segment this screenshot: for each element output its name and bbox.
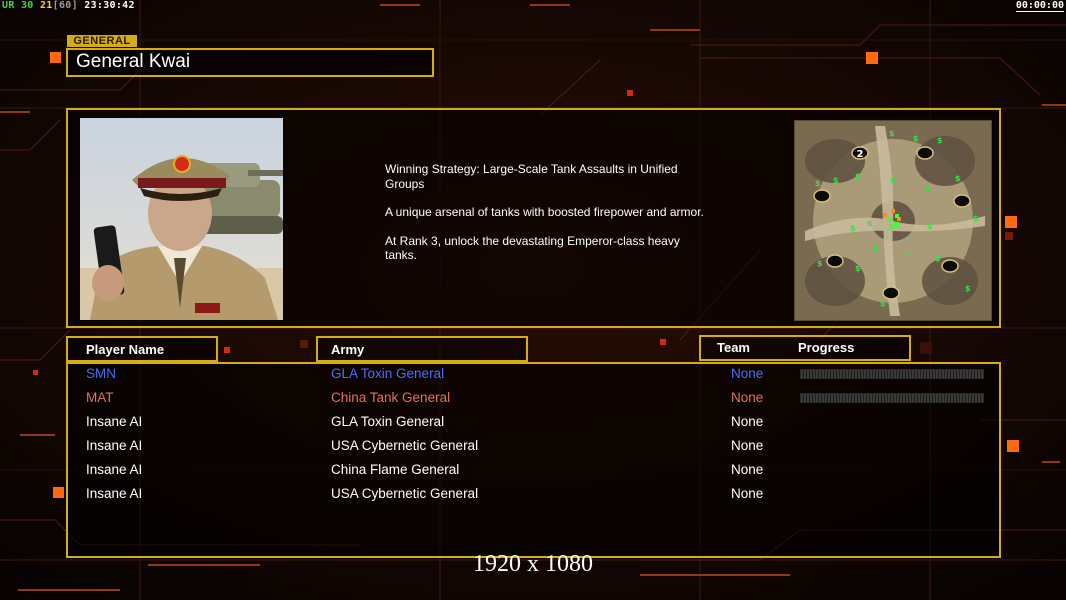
progress-bar xyxy=(800,393,984,403)
player-name: Insane AI xyxy=(86,438,143,453)
player-name: MAT xyxy=(86,390,114,405)
svg-text:$: $ xyxy=(890,176,896,185)
svg-text:$: $ xyxy=(873,244,879,253)
header-army: Army xyxy=(331,342,365,357)
svg-text:$: $ xyxy=(937,136,943,145)
player-name: Insane AI xyxy=(86,486,143,501)
hud-ur-label: UR xyxy=(2,0,15,11)
hud-timer: 00:00:00 xyxy=(1015,0,1064,12)
player-row[interactable]: Insane AI China Flame General None xyxy=(0,459,1066,483)
svg-text:$: $ xyxy=(935,254,941,263)
player-row[interactable]: Insane AI USA Cybernetic General None xyxy=(0,435,1066,459)
player-name: SMN xyxy=(86,366,116,381)
hud-count: 21 xyxy=(39,0,53,11)
svg-text:$: $ xyxy=(833,176,839,185)
svg-text:$: $ xyxy=(927,222,933,231)
svg-text:$: $ xyxy=(905,249,911,258)
description-rank: At Rank 3, unlock the devastating Empero… xyxy=(385,233,680,263)
player-team[interactable]: None xyxy=(731,366,763,381)
minimap: 2 $ $ $ $ $ $ $ $ $ $ $ $ $ $ $ $ $ $ $ $ xyxy=(794,120,992,321)
general-description: Winning Strategy: Large-Scale Tank Assau… xyxy=(385,162,715,277)
resolution-label: 1920 x 1080 xyxy=(473,551,593,577)
player-row[interactable]: Insane AI USA Cybernetic General None xyxy=(0,483,1066,507)
player-row[interactable]: SMN GLA Toxin General None xyxy=(0,363,1066,387)
svg-text:$: $ xyxy=(973,214,979,223)
player-team[interactable]: None xyxy=(731,486,763,501)
svg-text:$: $ xyxy=(913,134,919,143)
player-name: Insane AI xyxy=(86,414,143,429)
svg-text:$: $ xyxy=(815,179,821,188)
player-army[interactable]: China Tank General xyxy=(331,390,450,405)
player-army[interactable]: GLA Toxin General xyxy=(331,414,444,429)
svg-text:$: $ xyxy=(850,224,856,233)
progress-bar xyxy=(800,369,984,379)
player-row[interactable]: MAT China Tank General None xyxy=(0,387,1066,411)
player-army[interactable]: USA Cybernetic General xyxy=(331,486,478,501)
svg-text:$: $ xyxy=(880,299,886,308)
hud-fps: [60] xyxy=(52,0,78,11)
header-progress: Progress xyxy=(798,340,855,355)
svg-text:$: $ xyxy=(955,174,961,183)
player-team[interactable]: None xyxy=(731,390,763,405)
svg-text:$: $ xyxy=(889,129,895,138)
minimap-player-marker: 2 xyxy=(857,149,864,160)
general-portrait xyxy=(80,118,283,320)
player-team[interactable]: None xyxy=(731,438,763,453)
svg-text:$: $ xyxy=(855,172,861,181)
svg-text:$: $ xyxy=(817,259,823,268)
header-player-name: Player Name xyxy=(86,342,165,357)
player-army[interactable]: USA Cybernetic General xyxy=(331,438,478,453)
description-strategy: Winning Strategy: Large-Scale Tank Assau… xyxy=(385,162,678,191)
description-arsenal: A unique arsenal of tanks with boosted f… xyxy=(385,205,704,219)
player-army[interactable]: China Flame General xyxy=(331,462,459,477)
player-army[interactable]: GLA Toxin General xyxy=(331,366,444,381)
hud-status: UR 30 21[60] 23:30:42 xyxy=(2,0,135,11)
player-row[interactable]: Insane AI GLA Toxin General None xyxy=(0,411,1066,435)
general-name: General Kwai xyxy=(76,51,191,72)
svg-text:$: $ xyxy=(965,284,971,293)
svg-text:$: $ xyxy=(867,219,873,228)
svg-text:$: $ xyxy=(925,184,931,193)
player-team[interactable]: None xyxy=(731,414,763,429)
svg-text:$: $ xyxy=(855,264,861,273)
general-tag: GENERAL xyxy=(67,35,137,47)
player-team[interactable]: None xyxy=(731,462,763,477)
hud-clock: 23:30:42 xyxy=(84,0,135,11)
header-team: Team xyxy=(717,340,750,355)
player-name: Insane AI xyxy=(86,462,143,477)
hud-ur-value: 30 xyxy=(20,0,34,11)
